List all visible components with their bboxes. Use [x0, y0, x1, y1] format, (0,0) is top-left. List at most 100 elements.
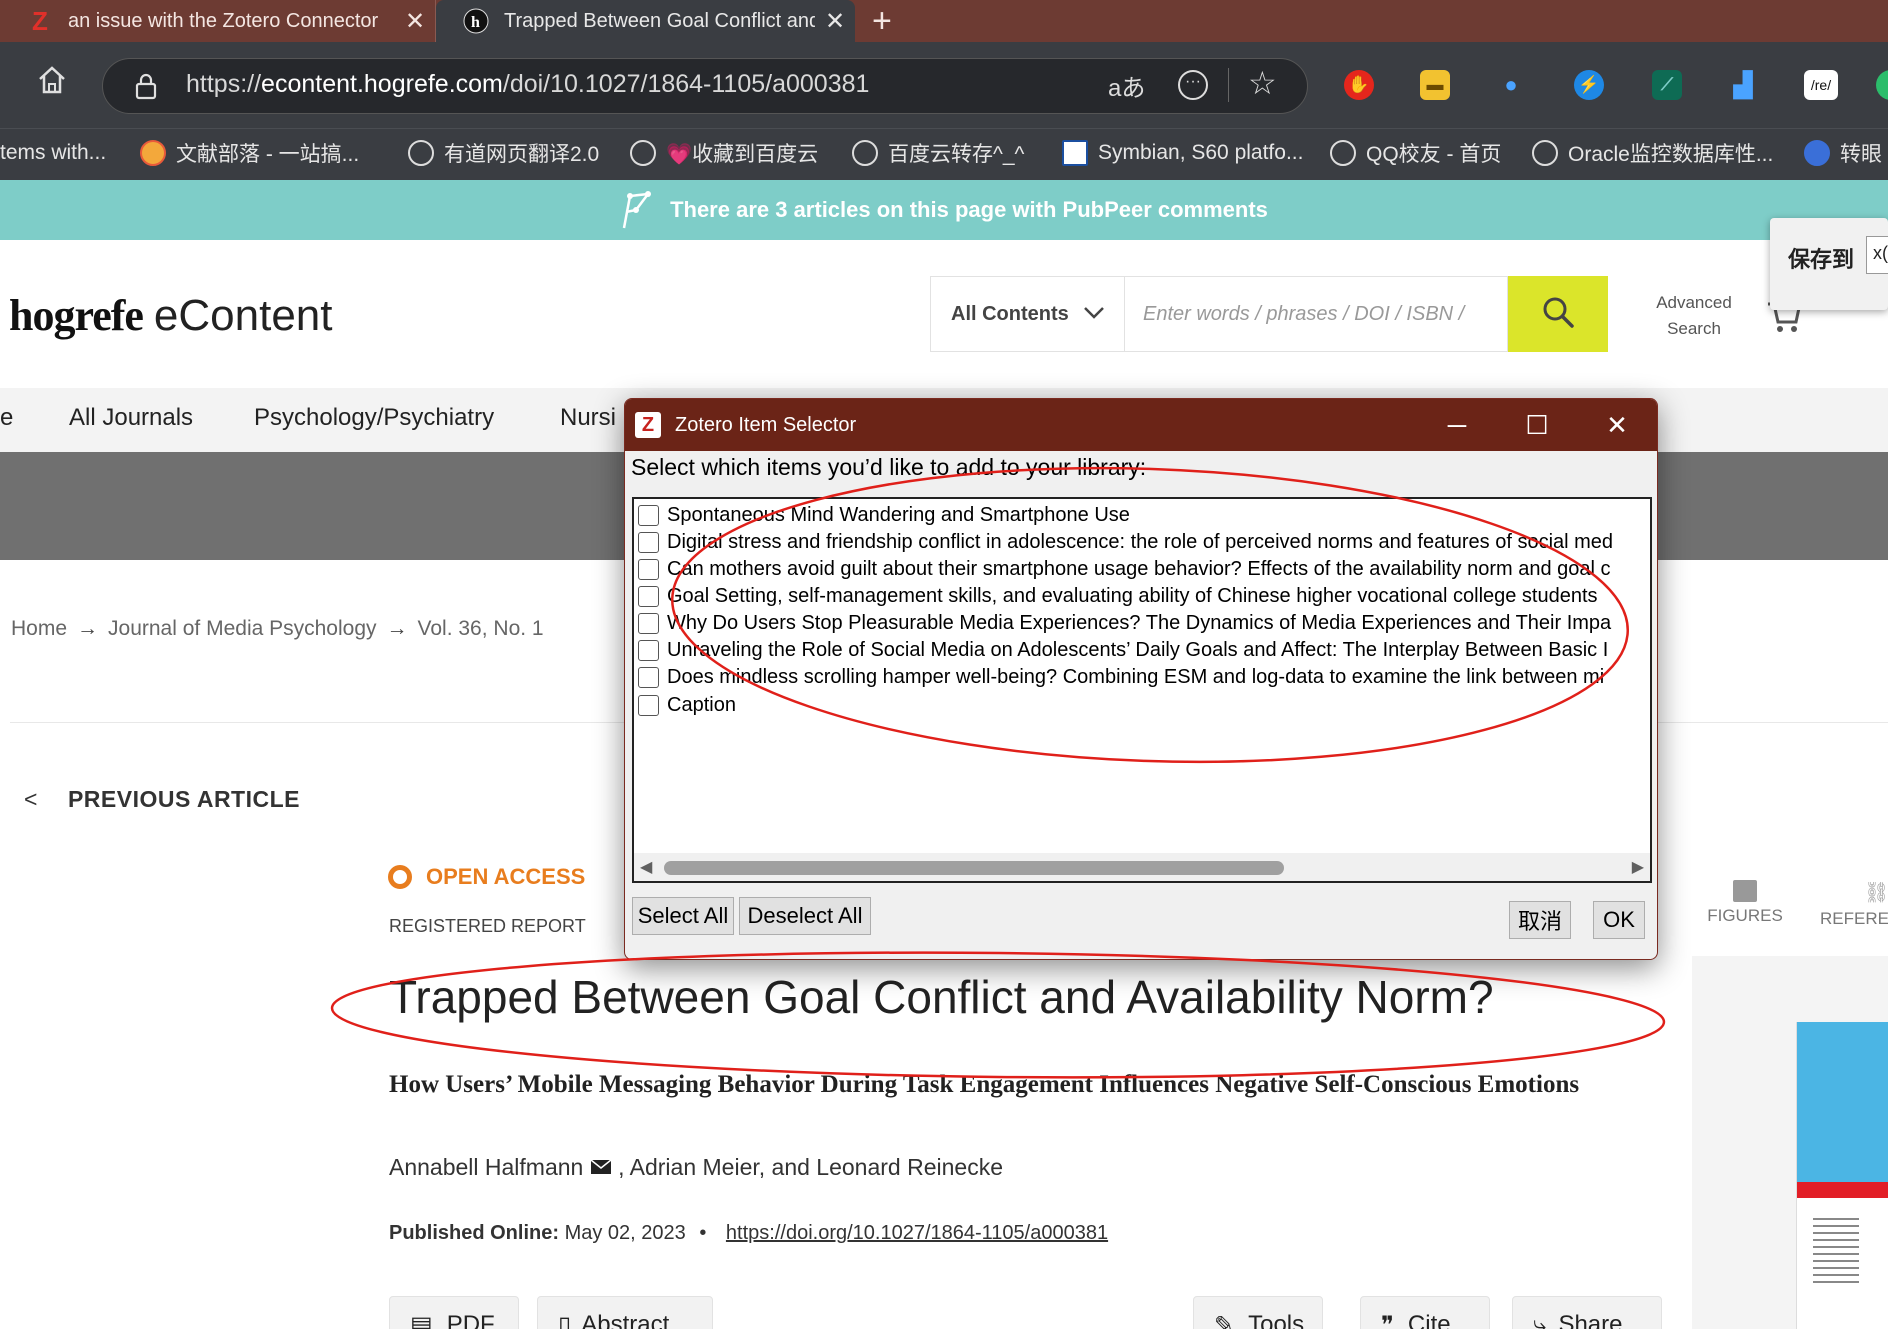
item-checkbox[interactable] [638, 639, 659, 661]
search-scope-select[interactable]: All Contents [930, 276, 1124, 352]
home-icon[interactable] [34, 62, 70, 98]
site-logo[interactable]: hogrefe eContent [9, 290, 333, 341]
browser-tab-active[interactable]: h Trapped Between Goal Conflict and Avai… [436, 0, 855, 42]
item-list[interactable]: Spontaneous Mind Wandering and Smartphon… [632, 497, 1652, 883]
journal-cover-thumbnail[interactable] [1796, 1022, 1888, 1329]
list-item[interactable]: Why Do Users Stop Pleasurable Media Expe… [638, 609, 1611, 637]
nav-item[interactable]: e [0, 404, 13, 432]
pubpeer-icon [620, 190, 652, 230]
list-item[interactable]: Digital stress and friendship conflict i… [638, 528, 1613, 556]
list-item[interactable]: Can mothers avoid guilt about their smar… [638, 555, 1611, 583]
cancel-button[interactable]: 取消 [1509, 901, 1571, 939]
zotero-item-selector-dialog: Z Zotero Item Selector ─ ☐ ✕ Select whic… [624, 398, 1658, 960]
doi-link[interactable]: https://doi.org/10.1027/1864-1105/a00038… [726, 1222, 1108, 1244]
minimize-icon[interactable]: ─ [1417, 399, 1497, 451]
item-label: Spontaneous Mind Wandering and Smartphon… [667, 503, 1130, 526]
scroll-right-icon[interactable]: ▶ [1632, 857, 1644, 877]
url-text[interactable]: https://econtent.hogrefe.com/doi/10.1027… [186, 70, 869, 99]
lock-icon[interactable] [132, 72, 160, 100]
horizontal-scrollbar[interactable]: ◀ ▶ [634, 853, 1650, 881]
browser-tab[interactable]: Z an issue with the Zotero Connector ✕ [0, 0, 436, 42]
article-subtitle: How Users’ Mobile Messaging Behavior Dur… [389, 1071, 1580, 1098]
url-path: /doi/10.1027/1864-1105/a000381 [502, 70, 870, 98]
nav-item-nursing[interactable]: Nursi [560, 404, 616, 432]
bookmark-item[interactable]: 转眼 [1804, 134, 1882, 172]
tools-button[interactable]: ✎ Tools [1193, 1296, 1323, 1329]
list-item[interactable]: Spontaneous Mind Wandering and Smartphon… [638, 501, 1130, 529]
item-checkbox[interactable] [638, 504, 659, 526]
item-checkbox[interactable] [638, 531, 659, 553]
search-input[interactable]: Enter words / phrases / DOI / ISBN / [1124, 276, 1508, 352]
item-checkbox[interactable] [638, 694, 659, 716]
previous-article-label: PREVIOUS ARTICLE [67, 786, 300, 812]
re-extension-icon[interactable]: /re/ [1804, 70, 1838, 100]
new-tab-icon[interactable]: + [872, 2, 892, 41]
share-label: Share [1558, 1311, 1623, 1329]
select-all-button[interactable]: Select All [632, 897, 734, 935]
item-checkbox[interactable] [638, 558, 659, 580]
list-item[interactable]: Does mindless scrolling hamper well-bein… [638, 663, 1604, 691]
list-item[interactable]: Caption [638, 691, 736, 719]
save-to-field[interactable]: x( [1866, 236, 1888, 274]
pubpeer-extension-icon[interactable]: ⟋ [1652, 70, 1682, 100]
cite-button[interactable]: ❞ Cite [1360, 1296, 1490, 1329]
nav-item-psychology[interactable]: Psychology/Psychiatry [254, 404, 494, 432]
list-item[interactable]: Goal Setting, self-management skills, an… [638, 582, 1598, 610]
bookmark-item[interactable]: Oracle监控数据库性... [1532, 134, 1773, 172]
chart-extension-icon[interactable]: ▟ [1728, 70, 1758, 100]
advanced-search-link[interactable]: Advanced Search [1648, 290, 1740, 342]
breadcrumb-volume[interactable]: Vol. 36, No. 1 [418, 617, 544, 640]
search-extension-icon[interactable]: ● [1496, 70, 1526, 100]
scrollbar-thumb[interactable] [664, 861, 1284, 875]
abstract-button[interactable]: ▯ Abstract [537, 1296, 713, 1329]
pdf-button[interactable]: ▤ PDF [389, 1296, 519, 1329]
lightning-extension-icon[interactable]: ⚡ [1574, 70, 1604, 100]
pubpeer-banner[interactable]: There are 3 articles on this page with P… [0, 180, 1888, 240]
item-label: Can mothers avoid guilt about their smar… [667, 557, 1611, 580]
author-names[interactable]: , Adrian Meier, and Leonard Reinecke [618, 1154, 1003, 1180]
deselect-all-button[interactable]: Deselect All [739, 897, 871, 935]
ok-button[interactable]: OK [1593, 901, 1645, 939]
search-icon [1541, 295, 1575, 334]
nav-item-all-journals[interactable]: All Journals [69, 404, 193, 432]
globe-icon [852, 140, 878, 166]
more-options-icon[interactable]: ··· [1178, 70, 1208, 100]
item-checkbox[interactable] [638, 585, 659, 607]
scroll-left-icon[interactable]: ◀ [640, 857, 652, 877]
item-checkbox[interactable] [638, 666, 659, 688]
breadcrumb-journal[interactable]: Journal of Media Psychology [108, 617, 376, 640]
tab-references[interactable]: ⛓ REFERE [1820, 880, 1888, 929]
tab-figures[interactable]: FIGURES [1690, 880, 1800, 926]
bookmark-item[interactable]: tems with... [0, 134, 106, 172]
bookmark-item[interactable]: 百度云转存^_^ [852, 134, 1024, 172]
list-item[interactable]: Unraveling the Role of Social Media on A… [638, 636, 1608, 664]
bookmark-item[interactable]: 文献部落 - 一站搞... [140, 134, 359, 172]
close-tab-icon[interactable]: ✕ [815, 7, 855, 36]
pubpeer-message: There are 3 articles on this page with P… [670, 197, 1268, 222]
svg-text:h: h [471, 14, 480, 31]
author-link[interactable]: Annabell Halfmann [389, 1154, 583, 1180]
article-title: Trapped Between Goal Conflict and Availa… [389, 971, 1494, 1023]
favorite-star-icon[interactable]: ☆ [1248, 64, 1277, 102]
share-button[interactable]: ⤷ Share [1512, 1296, 1662, 1329]
chevron-down-icon [1083, 303, 1105, 326]
search-button[interactable] [1508, 276, 1608, 352]
maximize-icon[interactable]: ☐ [1497, 399, 1577, 451]
adblock-extension-icon[interactable]: ✋ [1344, 70, 1374, 100]
close-icon[interactable]: ✕ [1577, 399, 1657, 451]
translate-icon[interactable]: aあ [1108, 68, 1145, 103]
bookmark-item[interactable]: 💗收藏到百度云 [630, 134, 818, 172]
item-checkbox[interactable] [638, 612, 659, 634]
document-icon: ▯ [558, 1311, 572, 1329]
previous-article-link[interactable]: < PREVIOUS ARTICLE [24, 786, 300, 813]
dialog-titlebar[interactable]: Z Zotero Item Selector ─ ☐ ✕ [625, 399, 1657, 451]
bookmark-item[interactable]: QQ校友 - 首页 [1330, 134, 1501, 172]
folder-extension-icon[interactable]: ▬ [1420, 70, 1450, 100]
bookmark-item[interactable]: Symbian, S60 platfo... [1062, 134, 1303, 172]
tab-title: an issue with the Zotero Connector [68, 9, 379, 32]
arrow-right-icon: → [77, 617, 99, 640]
email-icon[interactable] [590, 1154, 618, 1180]
close-tab-icon[interactable]: ✕ [395, 7, 435, 36]
breadcrumb-home[interactable]: Home [11, 617, 67, 640]
bookmark-item[interactable]: 有道网页翻译2.0 [408, 134, 599, 172]
